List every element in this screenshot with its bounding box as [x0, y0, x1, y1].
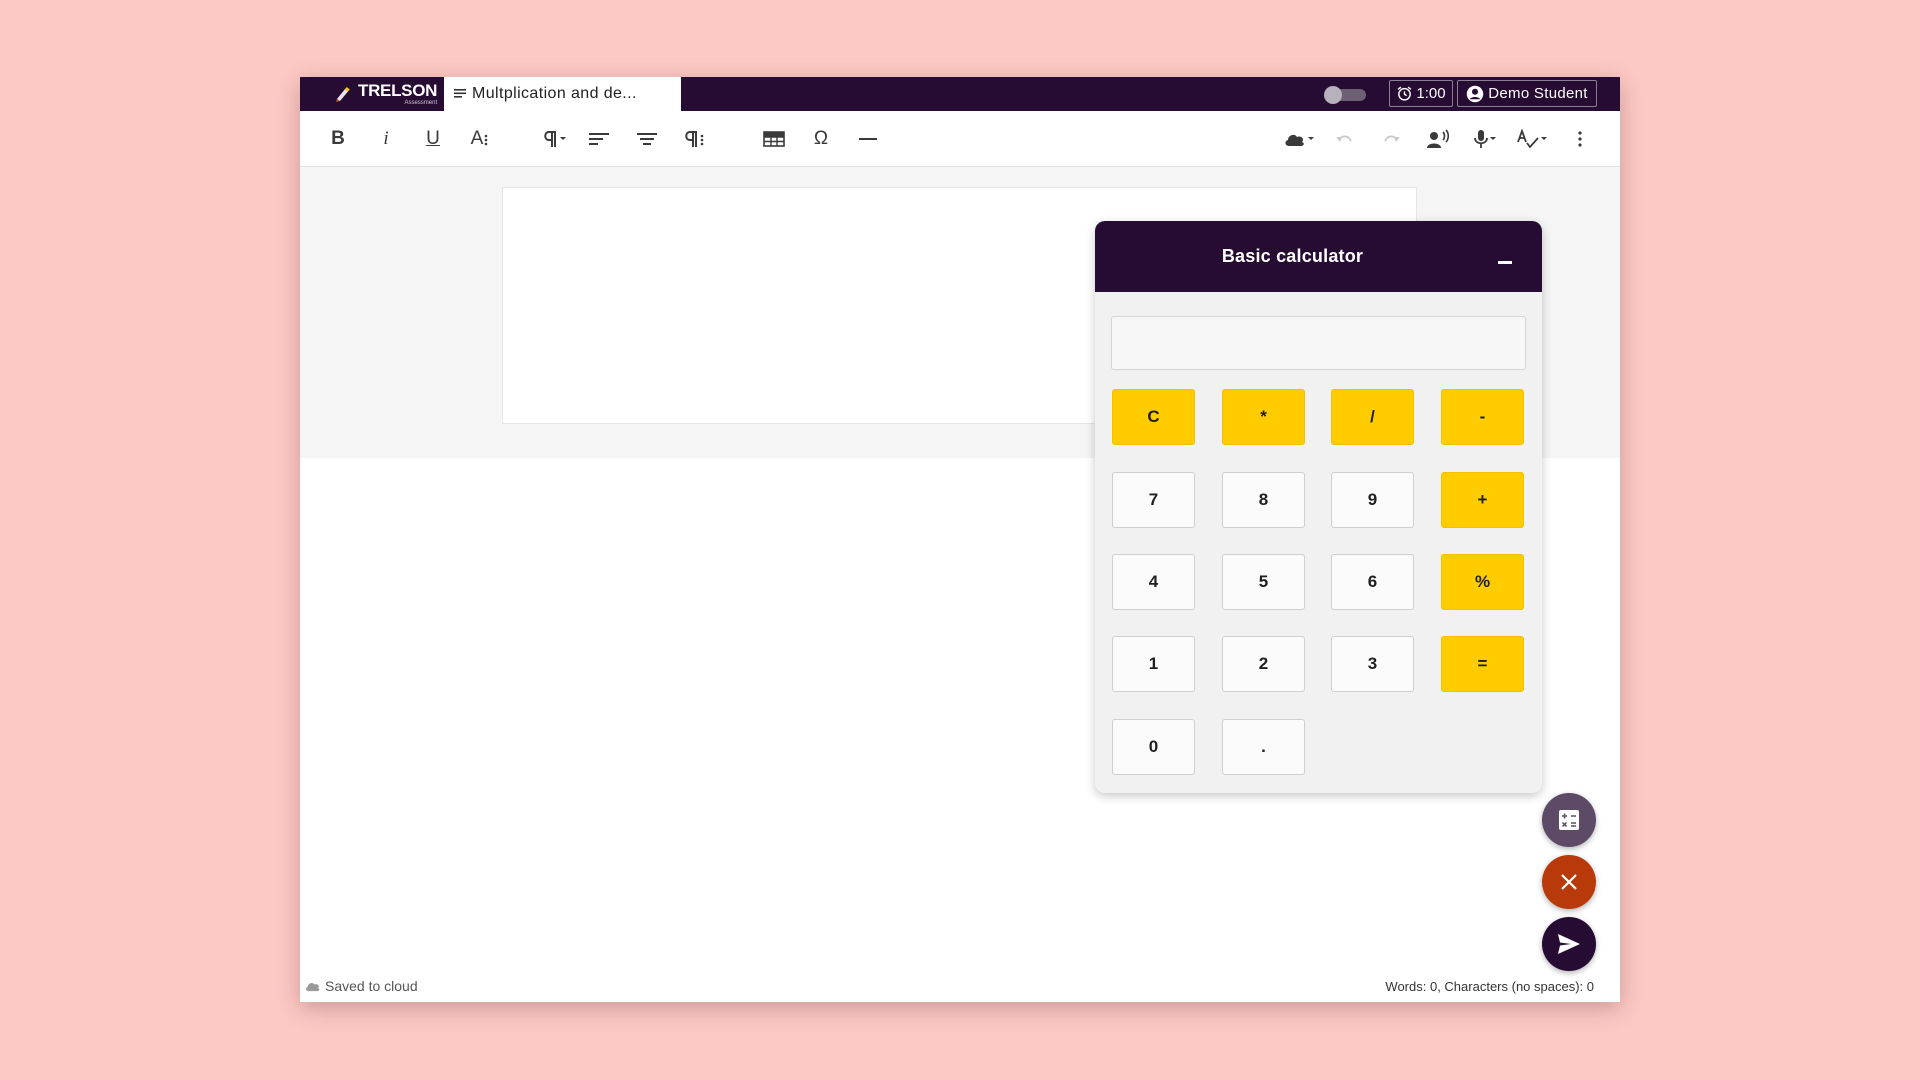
more-vertical-icon	[1578, 131, 1582, 147]
close-fab[interactable]	[1542, 855, 1596, 909]
key-3[interactable]: 3	[1331, 636, 1414, 692]
caret-down-icon	[1308, 137, 1314, 140]
key-divide[interactable]: /	[1331, 389, 1414, 445]
key-decimal[interactable]: .	[1222, 719, 1305, 775]
document-tab[interactable]: Multplication and de...	[444, 77, 681, 111]
app-window: TRELSON Assessment Multplication and de.…	[300, 77, 1620, 1002]
key-2[interactable]: 2	[1222, 636, 1305, 692]
italic-button[interactable]: i	[372, 125, 400, 153]
timer-value: 1:00	[1416, 85, 1446, 102]
user-menu-button[interactable]: Demo Student	[1457, 80, 1597, 107]
timer-button[interactable]: 1:00	[1389, 80, 1453, 107]
redo-icon	[1384, 135, 1400, 142]
logo: TRELSON Assessment	[334, 80, 437, 108]
align-left-button[interactable]	[585, 125, 613, 153]
align-left-icon	[589, 133, 609, 145]
basic-calculator-panel: Basic calculator C * / - 7 8 9 + 4 5 6 %…	[1095, 221, 1542, 793]
calculator-fab[interactable]	[1542, 793, 1596, 847]
key-multiply[interactable]: *	[1222, 389, 1305, 445]
horizontal-rule-icon	[859, 138, 877, 140]
key-5[interactable]: 5	[1222, 554, 1305, 610]
cloud-check-icon	[306, 982, 320, 992]
pilcrow-icon	[544, 131, 556, 147]
minimize-icon[interactable]	[1498, 261, 1512, 264]
logo-subtitle: Assessment	[404, 100, 438, 106]
special-character-button[interactable]: Ω	[807, 125, 835, 153]
key-0[interactable]: 0	[1112, 719, 1195, 775]
redo-button[interactable]	[1378, 125, 1406, 153]
key-subtract[interactable]: -	[1441, 389, 1524, 445]
undo-button[interactable]	[1330, 125, 1358, 153]
cloud-save-button[interactable]	[1280, 125, 1320, 153]
word-count: Words: 0, Characters (no spaces): 0	[1385, 979, 1594, 994]
toggle-knob	[1324, 86, 1342, 104]
caret-down-icon	[560, 137, 566, 140]
microphone-icon	[1474, 130, 1488, 148]
key-clear[interactable]: C	[1112, 389, 1195, 445]
theme-toggle[interactable]	[1324, 86, 1368, 104]
underline-button[interactable]: U	[419, 125, 447, 153]
bold-button[interactable]: B	[324, 125, 352, 153]
calculator-title: Basic calculator	[1221, 246, 1364, 266]
send-icon	[1558, 934, 1580, 954]
key-6[interactable]: 6	[1331, 554, 1414, 610]
calculator-icon	[1559, 810, 1579, 830]
account-circle-icon	[1467, 85, 1484, 102]
document-lines-icon	[454, 89, 466, 98]
key-7[interactable]: 7	[1112, 472, 1195, 528]
calculator-display[interactable]	[1111, 316, 1526, 370]
document-title: Multplication and de...	[472, 85, 637, 102]
key-9[interactable]: 9	[1331, 472, 1414, 528]
key-percent[interactable]: %	[1441, 554, 1524, 610]
text-to-speech-button[interactable]	[1423, 125, 1453, 153]
key-1[interactable]: 1	[1112, 636, 1195, 692]
more-vertical-small-icon	[485, 134, 488, 146]
pencil-logo-icon	[336, 87, 350, 102]
align-center-icon	[637, 133, 657, 145]
logo-text: TRELSON Assessment	[358, 82, 437, 106]
save-status: Saved to cloud	[305, 977, 418, 995]
user-name: Demo Student	[1488, 85, 1588, 102]
spellcheck-button[interactable]	[1514, 125, 1552, 153]
pilcrow-menu-icon	[685, 131, 704, 147]
top-bar: TRELSON Assessment Multplication and de.…	[300, 77, 1620, 111]
paragraph-options-button[interactable]	[680, 125, 710, 153]
key-add[interactable]: +	[1441, 472, 1524, 528]
caret-down-icon	[1490, 137, 1496, 140]
insert-table-button[interactable]	[759, 125, 789, 153]
save-status-text: Saved to cloud	[325, 978, 418, 994]
caret-down-icon	[1541, 137, 1547, 140]
font-size-button[interactable]: A	[463, 125, 497, 153]
table-icon	[763, 131, 785, 147]
speaking-person-icon	[1427, 129, 1450, 148]
key-equals[interactable]: =	[1441, 636, 1524, 692]
cloud-check-icon	[1285, 134, 1304, 146]
undo-icon	[1336, 135, 1352, 142]
align-center-button[interactable]	[633, 125, 661, 153]
paragraph-format-button[interactable]	[536, 125, 574, 153]
more-options-button[interactable]	[1570, 125, 1590, 153]
logo-name: TRELSON	[358, 81, 438, 100]
key-4[interactable]: 4	[1112, 554, 1195, 610]
close-icon	[1561, 874, 1577, 890]
key-8[interactable]: 8	[1222, 472, 1305, 528]
horizontal-line-button[interactable]	[854, 125, 882, 153]
alarm-clock-icon	[1398, 86, 1412, 101]
dictation-button[interactable]	[1468, 125, 1504, 153]
submit-fab[interactable]	[1542, 917, 1596, 971]
calculator-header[interactable]: Basic calculator	[1095, 221, 1542, 292]
font-size-label: A	[470, 128, 484, 149]
editor-toolbar: B i U A Ω	[300, 111, 1620, 167]
spellcheck-icon	[1517, 129, 1539, 149]
